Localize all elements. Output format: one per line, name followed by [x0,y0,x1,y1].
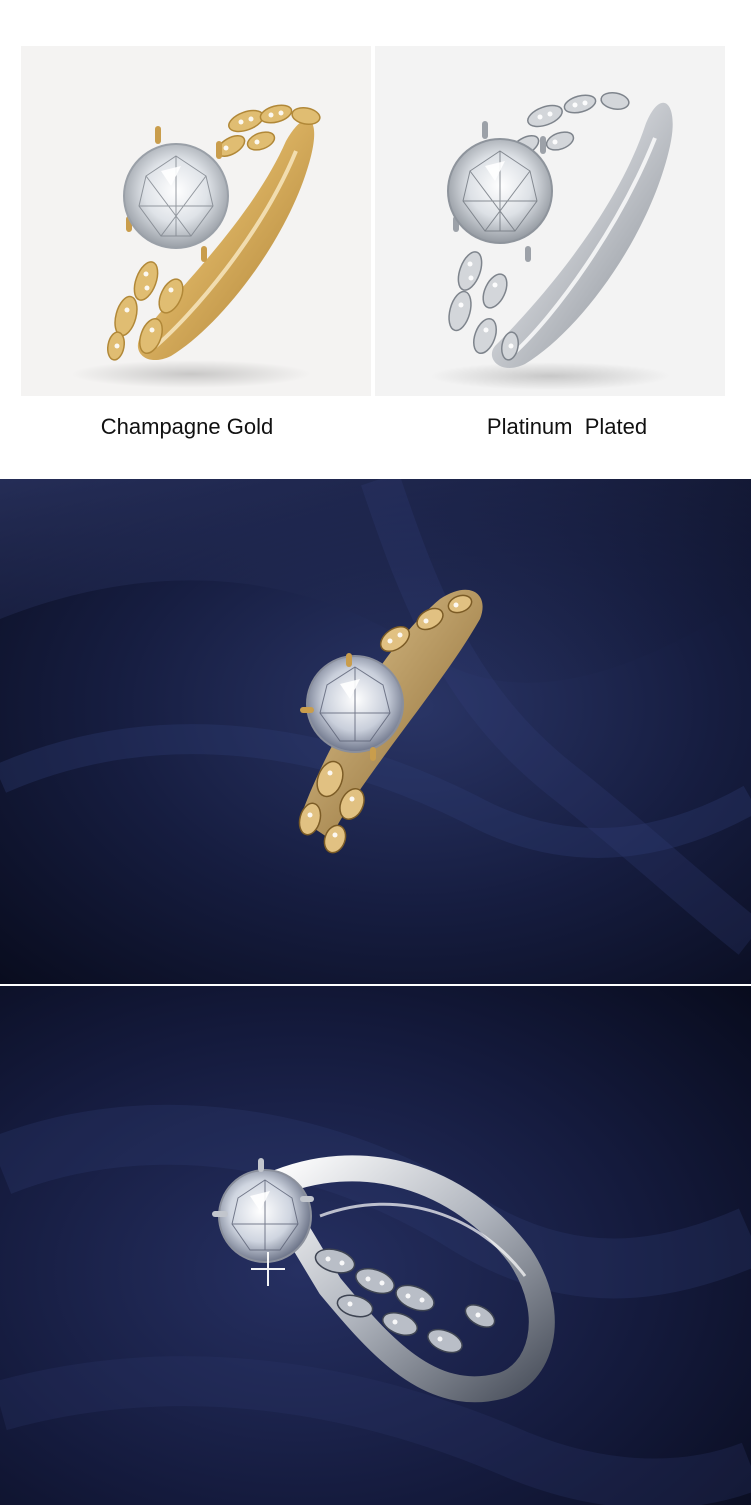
platinum-ring-image [430,92,673,390]
lifestyle-photo-platinum-ring [0,986,751,1505]
gold-ring-image [71,104,321,388]
variant-label-champagne-gold: Champagne Gold [100,414,274,439]
lifestyle-photo-gold-ring [0,479,751,984]
product-image-champagne-gold[interactable] [21,46,371,396]
platinum-ring-fabric-image [0,986,751,1505]
product-image-platinum-plated[interactable] [375,46,725,396]
gold-ring-fabric-image [0,479,751,984]
variant-label-platinum-plated: Platinum Plated [486,414,648,439]
